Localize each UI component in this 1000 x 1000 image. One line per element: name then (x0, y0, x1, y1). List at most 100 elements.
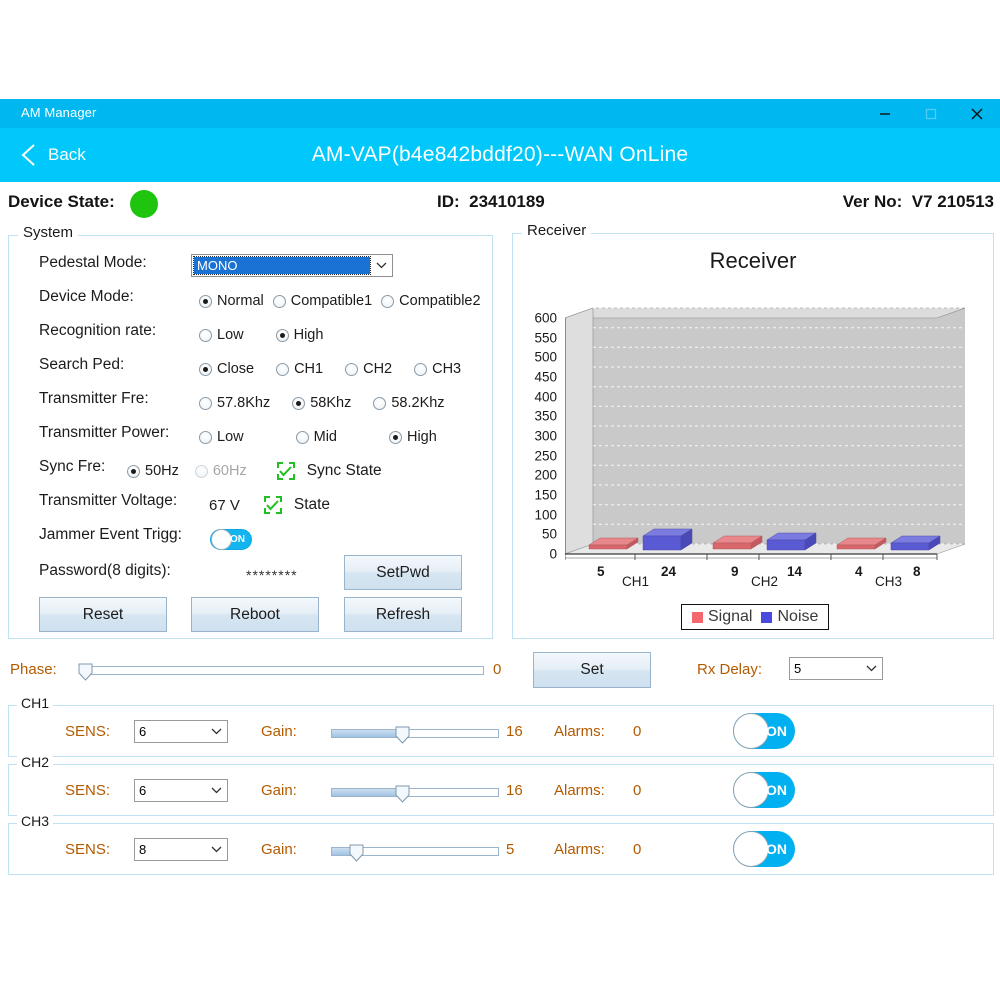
radio-recognition-high[interactable]: High (276, 327, 324, 343)
ch2-sens-select[interactable]: 6 (134, 765, 228, 815)
device-mode-label: Device Mode: (39, 288, 134, 306)
radio-power-mid[interactable]: Mid (296, 429, 337, 445)
ch2-gain-value: 16 (506, 782, 523, 799)
row-search-ped: Search Ped: Close CH1 CH2 CH3 (9, 356, 492, 382)
radio-dot-icon (345, 363, 358, 376)
radio-search-ped-ch1[interactable]: CH1 (276, 361, 323, 377)
y-tick: 50 (542, 527, 557, 542)
y-tick: 100 (534, 507, 557, 522)
ch3-alarms-label-cell: Alarms: (554, 824, 605, 874)
sync-state-checkbox[interactable] (277, 462, 295, 480)
radio-device-mode-compatible2[interactable]: Compatible2 (381, 293, 480, 309)
radio-label: Low (217, 327, 244, 343)
maximize-icon (924, 107, 938, 121)
radio-dot-icon (273, 295, 286, 308)
ch1-alarms-label-cell: Alarms: (554, 706, 605, 756)
rx-delay-select[interactable]: 5 (789, 657, 883, 680)
device-state-label: Device State: (8, 192, 115, 212)
close-button[interactable] (954, 99, 1000, 128)
channel-group-ch1: CH1 SENS: 6 Gain: 16 Ala (8, 705, 994, 757)
ch2-sens-label: SENS: (65, 782, 110, 799)
transmitter-voltage-value: 67 V (209, 497, 240, 514)
ch2-power-toggle[interactable]: ON (733, 772, 795, 808)
reboot-button[interactable]: Reboot (191, 597, 319, 632)
ch2-alarms-label-cell: Alarms: (554, 765, 605, 815)
ch2-gain-label: Gain: (261, 782, 297, 799)
radio-label: High (294, 327, 324, 343)
ch1-gain-label: Gain: (261, 723, 297, 740)
set-button[interactable]: Set (533, 652, 651, 688)
radio-fre-58[interactable]: 58Khz (292, 395, 351, 411)
radio-recognition-low[interactable]: Low (199, 327, 244, 343)
bar-value-ch3-noise: 8 (913, 564, 921, 579)
check-icon (266, 500, 279, 511)
radio-sync-60hz[interactable]: 60Hz (195, 463, 247, 479)
maximize-button[interactable] (908, 99, 954, 128)
device-state-indicator (130, 190, 158, 218)
system-group-legend: System (18, 225, 78, 240)
radio-label: Compatible1 (291, 293, 372, 309)
radio-search-ped-close[interactable]: Close (199, 361, 254, 377)
ch3-power-toggle[interactable]: ON (733, 831, 795, 867)
ch2-sens-value: 6 (135, 783, 205, 798)
ch1-alarms-value-cell: 0 (633, 706, 641, 756)
radio-power-high[interactable]: High (389, 429, 437, 445)
app-title: AM Manager (21, 105, 96, 120)
radio-fre-578[interactable]: 57.8Khz (199, 395, 270, 411)
ch1-gain-value-cell: 16 (506, 706, 523, 756)
pedestal-mode-select[interactable]: MONO (191, 254, 393, 280)
setpwd-button[interactable]: SetPwd (344, 555, 462, 590)
ch1-sens-label-cell: SENS: (65, 706, 110, 756)
radio-power-low[interactable]: Low (199, 429, 244, 445)
ch1-power-toggle[interactable]: ON (733, 713, 795, 749)
phase-slider[interactable] (78, 664, 486, 684)
ch1-toggle-label: ON (766, 713, 787, 749)
bar-value-ch1-noise: 24 (661, 564, 676, 579)
radio-search-ped-ch2[interactable]: CH2 (345, 361, 392, 377)
legend-label: Noise (777, 608, 818, 626)
ch1-gain-slider[interactable] (327, 727, 502, 747)
back-button[interactable]: Back (20, 128, 86, 182)
radio-label: 50Hz (145, 463, 179, 479)
x-tick-ch1: CH1 (622, 574, 649, 589)
radio-device-mode-compatible1[interactable]: Compatible1 (273, 293, 372, 309)
jammer-event-toggle[interactable]: ON (210, 529, 252, 550)
receiver-bar-chart: 0 50 100 150 200 250 300 350 400 450 500… (565, 286, 965, 566)
ch3-gain-label-cell: Gain: (261, 824, 297, 874)
phase-label: Phase: (10, 661, 57, 678)
state-checkbox[interactable] (264, 496, 282, 514)
minimize-button[interactable] (862, 99, 908, 128)
bar-ch3-noise (891, 536, 940, 550)
radio-fre-582[interactable]: 58.2Khz (373, 395, 444, 411)
bar-value-ch3-signal: 4 (855, 564, 863, 579)
ch1-gain-value: 16 (506, 723, 523, 740)
ch1-sens-select[interactable]: 6 (134, 706, 228, 756)
radio-search-ped-ch3[interactable]: CH3 (414, 361, 461, 377)
legend-label: Signal (708, 608, 752, 626)
radio-device-mode-normal[interactable]: Normal (199, 293, 264, 309)
ch3-sens-label: SENS: (65, 841, 110, 858)
channel-group-ch3: CH3 SENS: 8 Gain: 5 Alar (8, 823, 994, 875)
radio-label: 60Hz (213, 463, 247, 479)
radio-label: Close (217, 361, 254, 377)
y-tick: 350 (534, 409, 557, 424)
row-password: Password(8 digits): ******** SetPwd (9, 562, 492, 592)
ch3-gain-value: 5 (506, 841, 514, 858)
sync-state-label: Sync State (307, 462, 382, 480)
radio-sync-50hz[interactable]: 50Hz (127, 463, 179, 479)
ch2-gain-slider[interactable] (327, 786, 502, 806)
slider-thumb-icon (78, 663, 93, 682)
ch3-gain-slider[interactable] (327, 845, 502, 865)
chevron-down-icon (860, 665, 882, 672)
refresh-button[interactable]: Refresh (344, 597, 462, 632)
radio-dot-icon (276, 329, 289, 342)
ch1-legend: CH1 (17, 696, 53, 710)
version-number: Ver No: V7 210513 (843, 192, 994, 212)
y-tick: 500 (534, 350, 557, 365)
ch1-gain-label-cell: Gain: (261, 706, 297, 756)
reset-button[interactable]: Reset (39, 597, 167, 632)
ch3-sens-select[interactable]: 8 (134, 824, 228, 874)
radio-dot-icon (199, 295, 212, 308)
legend-item-signal: Signal (692, 608, 752, 626)
ch3-toggle-label: ON (766, 831, 787, 867)
